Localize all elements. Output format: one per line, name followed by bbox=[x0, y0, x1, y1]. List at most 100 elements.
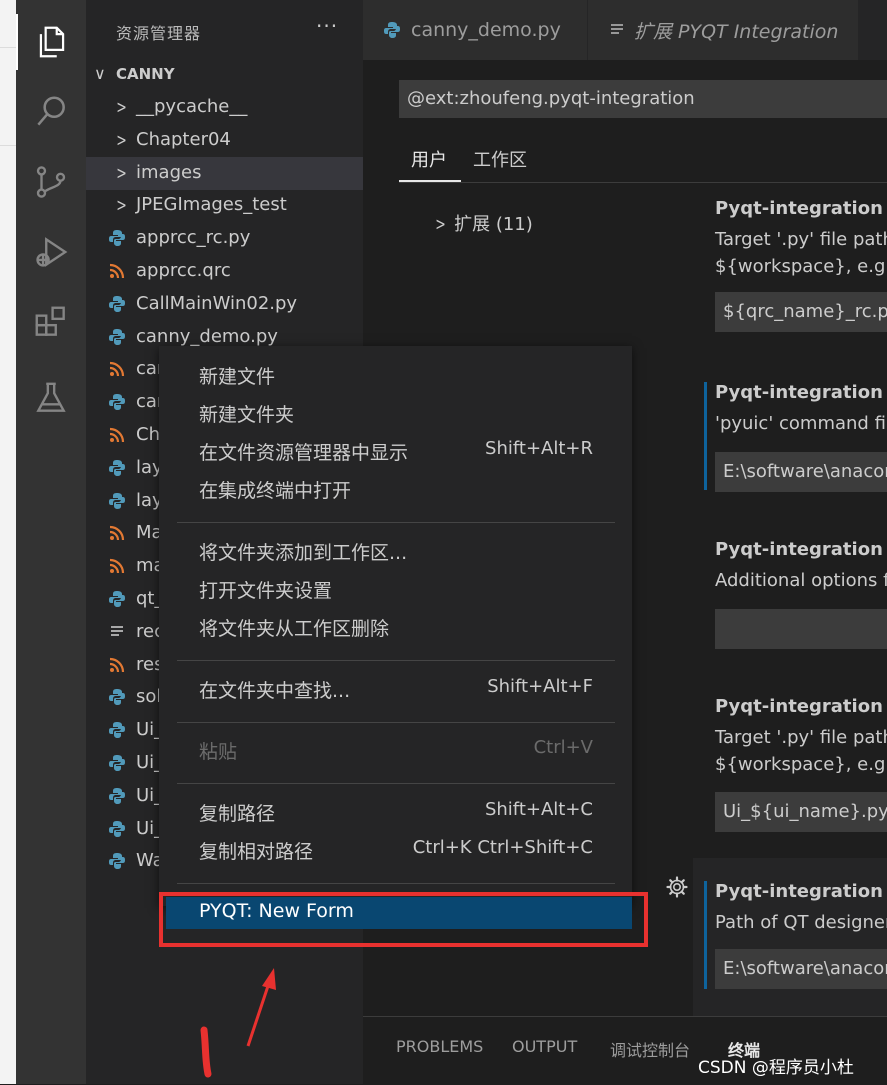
python-icon bbox=[384, 22, 400, 38]
toc-extensions-item[interactable]: > 扩展 (11) bbox=[433, 210, 533, 236]
menu-separator bbox=[177, 783, 615, 784]
extensions-icon[interactable] bbox=[16, 294, 86, 350]
settings-search-input[interactable]: @ext:zhoufeng.pyqt-integration bbox=[399, 80, 887, 118]
menu-separator bbox=[177, 883, 615, 884]
menu-item-find-in-folder[interactable]: 在文件夹中查找... Shift+Alt+F bbox=[159, 671, 632, 709]
setting-focus-bar bbox=[704, 382, 707, 490]
tree-folder[interactable]: > images bbox=[86, 156, 363, 190]
menu-label: 在文件资源管理器中显示 bbox=[199, 442, 409, 464]
menu-item-paste[interactable]: 粘贴 Ctrl+V bbox=[159, 732, 632, 770]
menu-item-open-in-terminal[interactable]: 在集成终端中打开 bbox=[159, 471, 632, 509]
setting-value: ${qrc_name}_rc.py bbox=[723, 301, 887, 322]
tree-item-label: apprcc_rc.py bbox=[136, 227, 251, 249]
tab-canny-demo[interactable]: canny_demo.py bbox=[363, 0, 588, 60]
menu-label: 在集成终端中打开 bbox=[199, 480, 352, 502]
setting-input[interactable]: Ui_${ui_name}.py bbox=[715, 792, 887, 832]
menu-item-copy-path[interactable]: 复制路径 Shift+Alt+C bbox=[159, 794, 632, 832]
tree-file[interactable]: CallMainWin02.py bbox=[86, 288, 363, 321]
tree-item-label: JPEGImages_test bbox=[136, 194, 287, 216]
setting-input[interactable]: E:\software\anacon bbox=[715, 452, 887, 492]
menu-item-add-folder-to-workspace[interactable]: 将文件夹添加到工作区... bbox=[159, 533, 632, 571]
more-actions-icon[interactable]: ··· bbox=[316, 14, 338, 38]
menu-item-new-file[interactable]: 新建文件 bbox=[159, 357, 632, 395]
tree-item-label: Chapter04 bbox=[136, 128, 231, 150]
setting-focus-bar bbox=[704, 881, 707, 989]
python-icon bbox=[109, 787, 125, 804]
menu-item-remove-folder-from-workspace[interactable]: 将文件夹从工作区删除 bbox=[159, 609, 632, 647]
active-tab-indicator bbox=[399, 180, 461, 182]
menu-item-open-folder-settings[interactable]: 打开文件夹设置 bbox=[159, 571, 632, 609]
rss-icon bbox=[109, 559, 125, 574]
setting-description: 'pyuic' command file bbox=[715, 413, 887, 434]
folder-header[interactable]: ∨ CANNY bbox=[86, 62, 363, 88]
sidebar-title: 资源管理器 bbox=[116, 24, 202, 43]
menu-shortcut: Shift+Alt+R bbox=[485, 438, 593, 459]
menu-shortcut: Ctrl+K Ctrl+Shift+C bbox=[412, 837, 593, 858]
python-icon bbox=[109, 820, 125, 837]
tree-file[interactable]: apprcc_rc.py bbox=[86, 222, 363, 255]
tab-label: 扩展 PYQT Integration bbox=[634, 20, 839, 43]
setting-description: ${workspace}, e.g. ${ bbox=[715, 754, 887, 775]
tab-workspace[interactable]: 工作区 bbox=[473, 146, 527, 172]
setting-description: ${workspace}, e.g. ${ bbox=[715, 256, 887, 277]
tab-problems[interactable]: PROBLEMS bbox=[396, 1037, 483, 1056]
folder-name: CANNY bbox=[116, 65, 175, 83]
setting-value: E:\software\anacon bbox=[723, 461, 887, 482]
menu-separator bbox=[177, 660, 615, 661]
python-icon bbox=[109, 394, 125, 411]
tree-folder[interactable]: > __pycache__ bbox=[86, 91, 363, 124]
setting-title: Pyqt-integration › P bbox=[715, 539, 887, 560]
tree-item-label: canny_demo.py bbox=[136, 325, 278, 347]
tree-folder[interactable]: > JPEGImages_test bbox=[86, 189, 363, 222]
gear-icon[interactable] bbox=[665, 875, 689, 899]
menu-label: 打开文件夹设置 bbox=[199, 580, 333, 602]
search-icon[interactable] bbox=[16, 84, 86, 140]
chevron-down-icon: ∨ bbox=[94, 64, 106, 83]
setting-description: Target '.py' file path bbox=[715, 229, 887, 250]
tree-folder[interactable]: > Chapter04 bbox=[86, 124, 363, 157]
tree-file[interactable]: apprcc.qrc bbox=[86, 255, 363, 288]
chevron-right-icon: > bbox=[116, 195, 127, 217]
menu-item-copy-relative-path[interactable]: 复制相对路径 Ctrl+K Ctrl+Shift+C bbox=[159, 832, 632, 870]
explorer-icon[interactable] bbox=[16, 14, 86, 70]
menu-label: 新建文件 bbox=[199, 366, 276, 388]
setting-description: Target '.py' file path bbox=[715, 727, 887, 748]
source-control-icon[interactable] bbox=[16, 154, 86, 210]
python-icon bbox=[109, 295, 125, 312]
setting-title: Pyqt-integration › P bbox=[715, 198, 887, 219]
rss-icon bbox=[109, 263, 125, 279]
setting-value: E:\software\anacon bbox=[723, 958, 887, 979]
run-debug-icon[interactable] bbox=[16, 224, 86, 280]
setting-title: Pyqt-integration › P bbox=[715, 382, 887, 403]
python-icon bbox=[109, 328, 125, 345]
rss-icon bbox=[109, 526, 125, 541]
annotation-highlight-box bbox=[159, 892, 648, 947]
watermark: CSDN @程序员小杜 bbox=[698, 1058, 854, 1078]
tab-user[interactable]: 用户 bbox=[411, 146, 447, 172]
testing-icon[interactable] bbox=[16, 370, 86, 426]
settings-scope-tabs: 用户 工作区 bbox=[399, 140, 887, 183]
tab-label: canny_demo.py bbox=[411, 19, 561, 41]
menu-label: 将文件夹从工作区删除 bbox=[199, 618, 390, 640]
rss-icon bbox=[109, 362, 125, 377]
tab-extension[interactable]: 扩展 PYQT Integration bbox=[588, 0, 858, 60]
menu-label: 复制相对路径 bbox=[199, 841, 314, 863]
menu-item-new-folder[interactable]: 新建文件夹 bbox=[159, 395, 632, 433]
tab-debug-console[interactable]: 调试控制台 bbox=[610, 1037, 690, 1061]
annotation-arrow bbox=[200, 968, 276, 1078]
python-icon bbox=[109, 591, 125, 607]
setting-description: Path of QT designer bbox=[715, 912, 887, 933]
tree-item-label: images bbox=[136, 161, 202, 183]
python-icon bbox=[109, 722, 125, 739]
setting-input[interactable]: ${qrc_name}_rc.py bbox=[715, 292, 887, 332]
menu-item-reveal-in-explorer[interactable]: 在文件资源管理器中显示 Shift+Alt+R bbox=[159, 433, 632, 471]
python-icon bbox=[109, 230, 125, 247]
setting-input[interactable] bbox=[715, 609, 887, 649]
menu-label: 新建文件夹 bbox=[199, 404, 295, 426]
editor-tabs: canny_demo.py 扩展 PYQT Integration bbox=[363, 0, 887, 60]
tree-item-label: apprcc.qrc bbox=[136, 260, 231, 281]
menu-separator bbox=[177, 722, 615, 723]
tab-output[interactable]: OUTPUT bbox=[512, 1037, 577, 1056]
menu-label: 在文件夹中查找... bbox=[199, 680, 351, 702]
setting-input[interactable]: E:\software\anacon bbox=[715, 949, 887, 989]
